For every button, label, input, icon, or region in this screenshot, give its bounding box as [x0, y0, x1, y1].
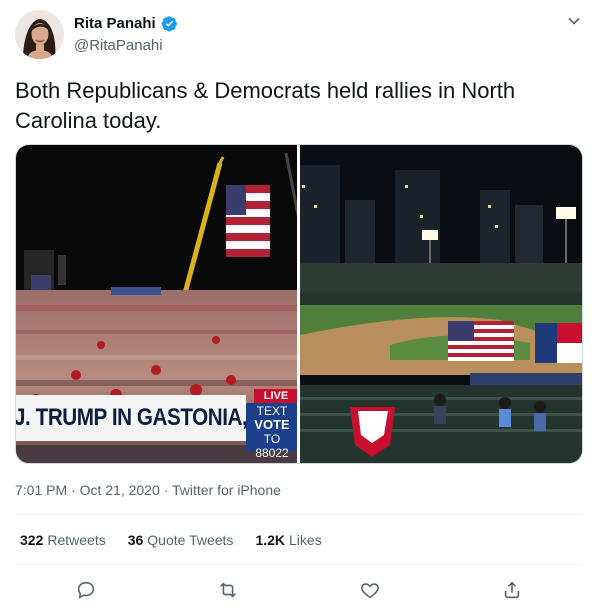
verified-badge-icon — [161, 15, 178, 32]
quote-tweets-stat[interactable]: 36 Quote Tweets — [128, 532, 234, 548]
like-icon[interactable] — [359, 579, 381, 601]
name-row: Rita Panahi — [74, 15, 178, 32]
vote-box: TEXT VOTE TO 88022 — [246, 403, 297, 460]
quote-tweets-label: Quote Tweets — [147, 532, 234, 548]
tweet-time[interactable]: 7:01 PM — [15, 482, 67, 498]
user-handle[interactable]: @RitaPanahi — [74, 37, 163, 54]
avatar[interactable] — [15, 10, 64, 59]
tweet-actions — [15, 574, 583, 606]
tweet-stats: 322 Retweets 36 Quote Tweets 1.2K Likes — [20, 532, 322, 548]
vote-box-line-2: VOTE — [254, 417, 290, 432]
reply-icon[interactable] — [75, 579, 97, 601]
retweets-count: 322 — [20, 532, 44, 548]
likes-stat[interactable]: 1.2K Likes — [255, 532, 321, 548]
tweet-meta: 7:01 PM · Oct 21, 2020 · Twitter for iPh… — [15, 482, 281, 498]
tweet-media: J. TRUMP IN GASTONIA, NC LIVE TEXT VOTE … — [15, 144, 583, 464]
rally-crowd-photo[interactable]: J. TRUMP IN GASTONIA, NC LIVE TEXT VOTE … — [16, 145, 297, 463]
share-icon[interactable] — [501, 579, 523, 601]
divider — [15, 514, 583, 515]
ballpark-rally-photo[interactable] — [300, 145, 582, 463]
chevron-down-icon[interactable] — [567, 14, 581, 28]
likes-label: Likes — [289, 532, 322, 548]
quote-tweets-count: 36 — [127, 532, 144, 548]
meta-separator: · — [163, 482, 169, 498]
vote-box-line-3: TO 88022 — [255, 432, 289, 460]
likes-count: 1.2K — [255, 532, 286, 548]
retweets-label: Retweets — [47, 532, 106, 548]
retweets-stat[interactable]: 322 Retweets — [20, 532, 106, 548]
meta-separator: · — [71, 482, 76, 498]
tweet-date[interactable]: Oct 21, 2020 — [80, 482, 160, 498]
tweet-source[interactable]: Twitter for iPhone — [172, 482, 281, 498]
tweet-text: Both Republicans & Democrats held rallie… — [15, 78, 516, 133]
retweet-icon[interactable] — [217, 579, 239, 601]
display-name[interactable]: Rita Panahi — [74, 15, 156, 32]
news-chyron: J. TRUMP IN GASTONIA, NC — [16, 395, 282, 441]
tweet-header: Rita Panahi @RitaPanahi — [15, 10, 585, 60]
divider — [15, 564, 583, 565]
live-badge: LIVE — [254, 389, 297, 403]
chyron-text: J. TRUMP IN GASTONIA, NC — [16, 404, 282, 431]
